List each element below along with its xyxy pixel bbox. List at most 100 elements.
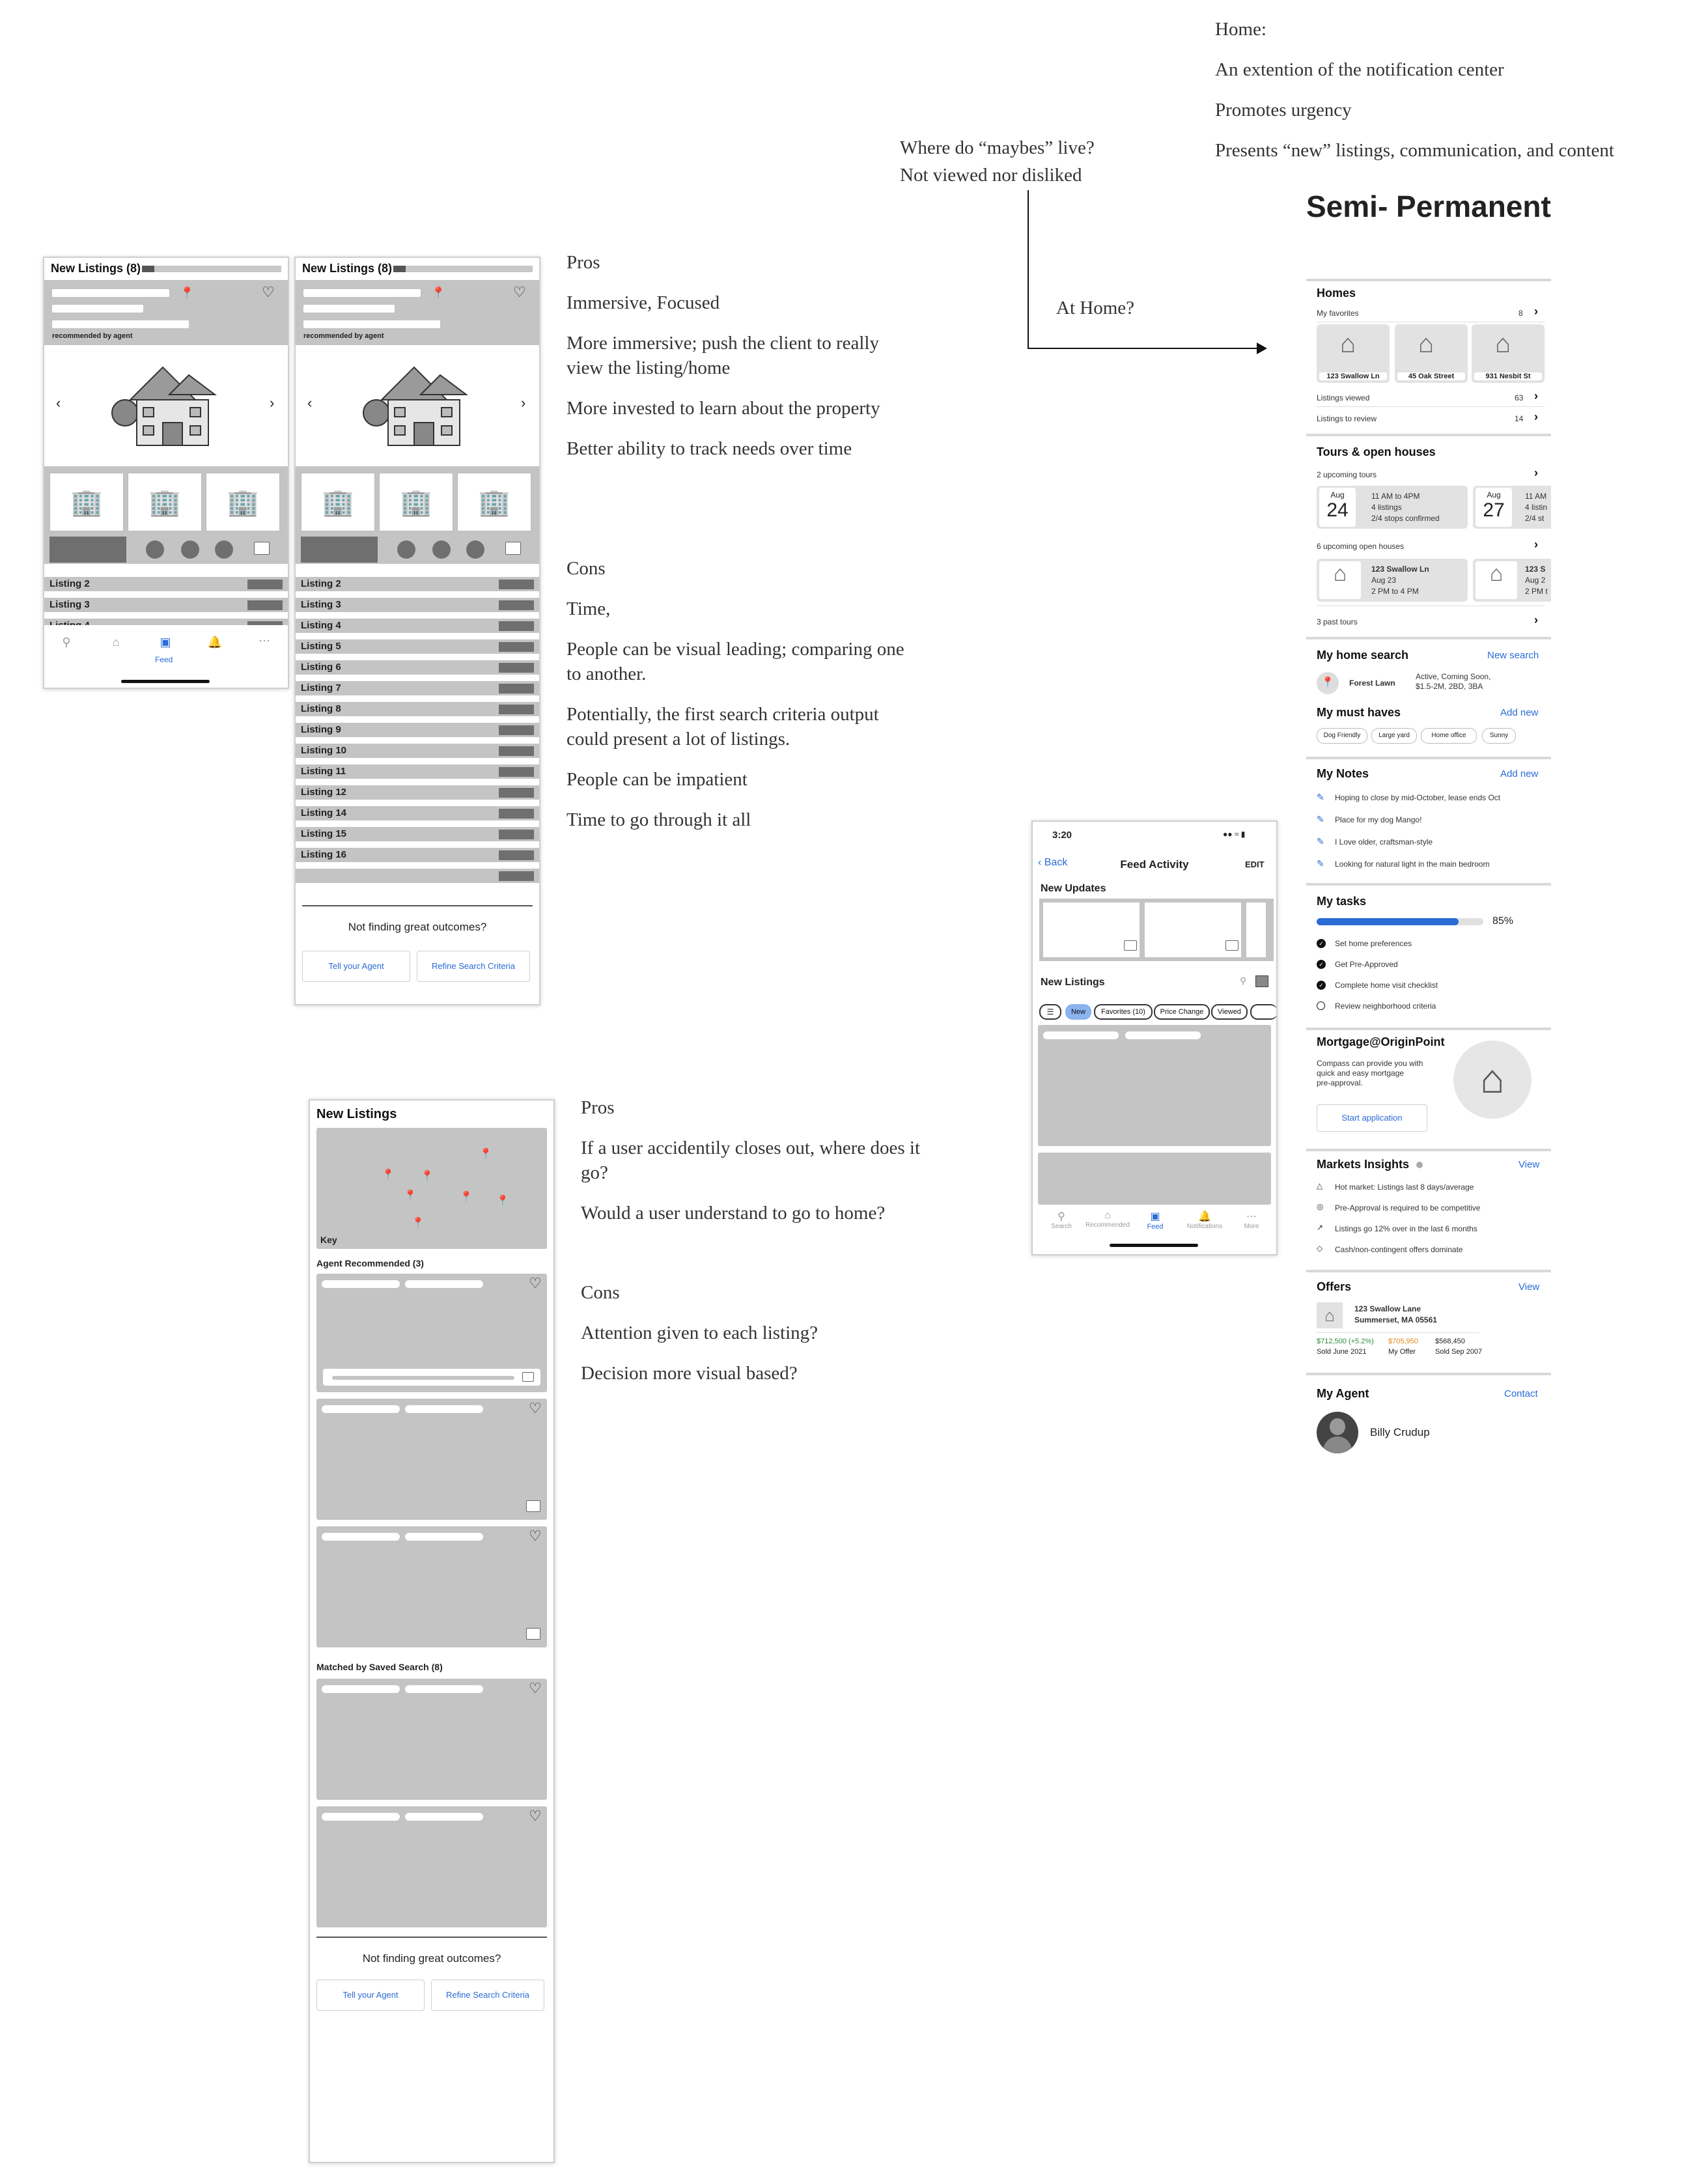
chevron-right-icon[interactable]: ›	[1534, 538, 1538, 552]
open-house-card[interactable]: ⌂ 123 Swallow Ln Aug 23 2 PM to 4 PM	[1317, 559, 1468, 602]
list-item[interactable]: Listing 3	[296, 598, 539, 612]
heart-icon[interactable]: ♡	[529, 1400, 542, 1417]
chevron-left-icon[interactable]: ‹	[307, 395, 312, 412]
map[interactable]: 📍 📍 📍 📍 📍 📍 📍 Key	[316, 1128, 547, 1249]
open-house-card[interactable]: ⌂ 123 S Aug 2 2 PM t	[1473, 559, 1551, 602]
chevron-right-icon[interactable]: ›	[521, 395, 525, 412]
list-item[interactable]: Listing 14	[296, 806, 539, 820]
favorite-home-card[interactable]: ⌂ 45 Oak Street	[1395, 324, 1468, 383]
heart-icon[interactable]: ♡	[513, 284, 526, 301]
note-item[interactable]: Place for my dog Mango!	[1335, 815, 1421, 824]
view-insights-link[interactable]: View	[1518, 1159, 1539, 1170]
must-have-chip[interactable]: Home office	[1421, 728, 1477, 744]
map-pin-icon[interactable]: 📍	[496, 1194, 509, 1207]
list-item[interactable]: Listing 9	[296, 723, 539, 737]
map-pin-icon[interactable]: 📍	[431, 287, 445, 300]
heart-icon[interactable]: ♡	[529, 1528, 542, 1545]
thumbnail[interactable]: 🏢	[301, 473, 375, 531]
avatar[interactable]	[1317, 1412, 1358, 1453]
tour-card[interactable]: Aug 24 11 AM to 4PM 4 listings 2/4 stops…	[1317, 486, 1468, 529]
listing-card[interactable]: ♡	[316, 1274, 547, 1392]
action-block[interactable]	[49, 537, 126, 563]
chevron-right-icon[interactable]: ›	[1534, 613, 1538, 627]
chevron-right-icon[interactable]: ›	[270, 395, 274, 412]
start-application-button[interactable]: Start application	[1317, 1104, 1427, 1132]
note-item[interactable]: I Love older, craftsman-style	[1335, 837, 1433, 847]
list-item[interactable]: Listing 8	[296, 702, 539, 716]
list-item[interactable]: Listing 11	[296, 764, 539, 779]
heart-icon[interactable]: ♡	[262, 284, 275, 301]
map-pin-icon[interactable]: 📍	[404, 1189, 417, 1202]
filter-chip-new[interactable]: New	[1065, 1004, 1091, 1020]
update-card[interactable]	[1145, 903, 1241, 957]
map-pin-icon[interactable]: 📍	[479, 1147, 492, 1160]
chevron-right-icon[interactable]: ›	[1534, 305, 1538, 318]
list-item[interactable]: Listing 4	[44, 619, 288, 625]
tab-notifications[interactable]: 🔔 Notifications	[1180, 1210, 1229, 1230]
update-card[interactable]	[1043, 903, 1140, 957]
tell-agent-button[interactable]: Tell your Agent	[316, 1980, 425, 2011]
comment-icon[interactable]	[1225, 940, 1238, 951]
list-item[interactable]: Listing 2	[44, 577, 288, 591]
comment-icon[interactable]	[505, 542, 521, 555]
add-note-link[interactable]: Add new	[1500, 768, 1538, 779]
thumbnail[interactable]: 🏢	[128, 473, 202, 531]
view-offers-link[interactable]: View	[1518, 1281, 1539, 1293]
note-item[interactable]: Looking for natural light in the main be…	[1335, 860, 1489, 869]
refine-search-button[interactable]: Refine Search Criteria	[431, 1980, 544, 2011]
thumbnail[interactable]: 🏢	[457, 473, 531, 531]
filter-chip-favorites[interactable]: Favorites (10)	[1094, 1004, 1153, 1020]
action-circle[interactable]	[146, 540, 164, 559]
listing-card[interactable]: ♡	[316, 1526, 547, 1647]
list-item[interactable]: Listing 12	[296, 785, 539, 800]
action-circle[interactable]	[397, 540, 415, 559]
update-card[interactable]	[1246, 903, 1266, 957]
list-item[interactable]: Listing 6	[296, 660, 539, 675]
filter-chip-price-change[interactable]: Price Change	[1154, 1004, 1210, 1020]
comment-icon[interactable]	[522, 1372, 534, 1382]
heart-icon[interactable]: ♡	[529, 1275, 542, 1292]
action-circle[interactable]	[181, 540, 199, 559]
search-icon[interactable]: ⚲	[53, 636, 79, 649]
feed-icon[interactable]: ▣	[152, 636, 178, 649]
map-view-icon[interactable]: ⚲	[1240, 975, 1246, 987]
must-have-chip[interactable]: Dog Friendly	[1317, 728, 1367, 744]
comment-icon[interactable]	[526, 1628, 540, 1640]
filter-chip-viewed[interactable]: Viewed	[1211, 1004, 1248, 1020]
bell-icon[interactable]: 🔔	[202, 636, 228, 649]
must-have-chip[interactable]: Sunny	[1482, 728, 1516, 744]
tab-search[interactable]: ⚲ Search	[1042, 1210, 1081, 1230]
checked-icon[interactable]: ✓	[1317, 960, 1326, 969]
comment-bar[interactable]	[323, 1369, 540, 1386]
map-pin-icon[interactable]: 📍	[421, 1169, 434, 1183]
chevron-right-icon[interactable]: ›	[1534, 410, 1538, 424]
tab-feed[interactable]: ▣ Feed	[1136, 1210, 1175, 1231]
map-pin-icon[interactable]: 📍	[460, 1190, 473, 1203]
chevron-right-icon[interactable]: ›	[1534, 389, 1538, 403]
info-icon[interactable]	[1416, 1162, 1423, 1168]
listing-card[interactable]: ♡	[316, 1806, 547, 1927]
list-item[interactable]: Listing 10	[296, 744, 539, 758]
favorite-home-card[interactable]: ⌂ 931 Nesbit St	[1472, 324, 1545, 383]
edit-button[interactable]: EDIT	[1245, 860, 1265, 869]
action-circle[interactable]	[466, 540, 484, 559]
action-circle[interactable]	[215, 540, 233, 559]
list-item[interactable]: Listing 3	[44, 598, 288, 612]
refine-search-button[interactable]: Refine Search Criteria	[417, 951, 530, 982]
home-icon[interactable]: ⌂	[103, 636, 129, 649]
list-item[interactable]: Listing 2	[296, 577, 539, 591]
thumbnail[interactable]: 🏢	[206, 473, 280, 531]
add-must-have-link[interactable]: Add new	[1500, 707, 1538, 718]
new-search-link[interactable]: New search	[1487, 650, 1539, 661]
comment-icon[interactable]	[254, 542, 270, 555]
tab-recommended[interactable]: ⌂ Recommended	[1085, 1210, 1130, 1229]
tour-card[interactable]: Aug 27 11 AM 4 listin 2/4 st	[1473, 486, 1551, 529]
list-view-icon[interactable]	[1255, 975, 1268, 987]
listing-card[interactable]: ♡	[316, 1679, 547, 1800]
chevron-right-icon[interactable]: ›	[1534, 466, 1538, 480]
note-item[interactable]: Hoping to close by mid-October, lease en…	[1335, 793, 1500, 802]
list-item[interactable]: Listing 4	[296, 619, 539, 633]
heart-icon[interactable]: ♡	[529, 1680, 542, 1697]
heart-icon[interactable]: ♡	[529, 1808, 542, 1825]
map-pin-icon[interactable]: 📍	[382, 1168, 395, 1181]
